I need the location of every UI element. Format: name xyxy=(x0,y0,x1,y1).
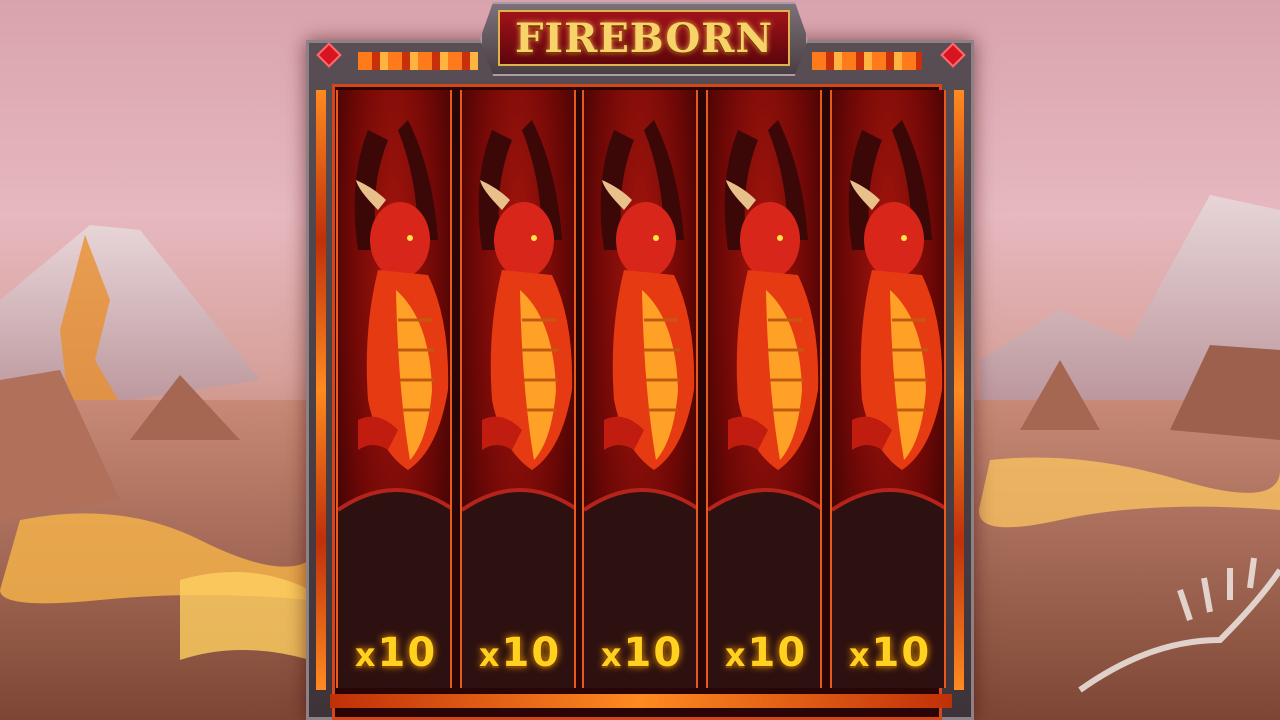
multiplier-label: x10 xyxy=(478,630,562,676)
multiplier-label: x10 xyxy=(724,630,808,676)
reel-3: x10 xyxy=(582,90,698,688)
multiplier-label: x10 xyxy=(848,630,932,676)
dragon-symbol xyxy=(584,120,696,688)
frame-lava-right xyxy=(954,90,964,690)
dragon-symbol xyxy=(338,120,450,688)
reel-4: x10 xyxy=(706,90,822,688)
dragon-symbol xyxy=(708,120,820,688)
multiplier-label: x10 xyxy=(600,630,684,676)
frame-lava-top-right xyxy=(812,52,922,70)
reel-1: x10 xyxy=(336,90,452,688)
multiplier-label: x10 xyxy=(354,630,438,676)
reel-5: x10 xyxy=(830,90,946,688)
dragon-symbol xyxy=(462,120,574,688)
frame-bottom-bar xyxy=(330,694,952,708)
frame-lava-left xyxy=(316,90,326,690)
game-logo: FIREBORN xyxy=(498,10,790,66)
frame-lava-top-left xyxy=(358,52,478,70)
dragon-symbol xyxy=(832,120,944,688)
reel-2: x10 xyxy=(460,90,576,688)
game-title: FIREBORN xyxy=(514,14,774,62)
